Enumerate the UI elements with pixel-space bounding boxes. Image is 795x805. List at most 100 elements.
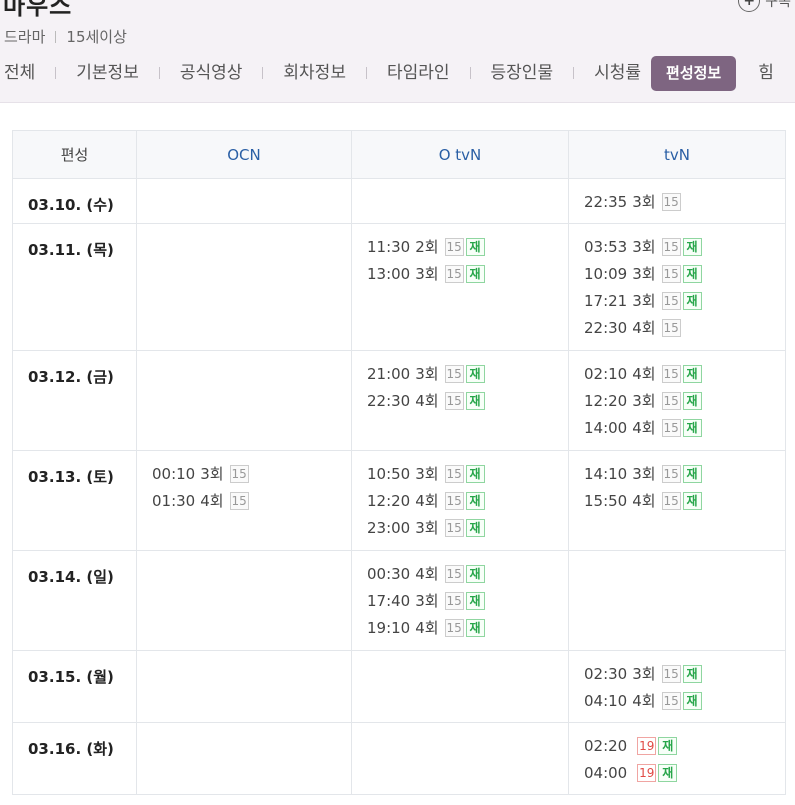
subscribe-button[interactable]: + 구독 — [738, 0, 791, 12]
schedule-header-row: 편성 OCN O tvN tvN — [12, 130, 786, 179]
episode-number: 3회 — [632, 265, 656, 283]
tab-8[interactable]: 힘 — [754, 55, 778, 91]
tab-5[interactable]: 등장인물 — [487, 55, 558, 91]
broadcast-time: 00:10 — [152, 464, 196, 483]
tab-6[interactable]: 시청률 — [590, 55, 645, 91]
schedule-cell: 03:53 3회 15 재 10:09 3회 15 재 17:21 3회 15 재 22:30 4회 15 — [568, 223, 786, 351]
broadcast-time: 17:21 — [584, 291, 628, 310]
age-rating-badge: 15 — [444, 591, 464, 610]
schedule-cell — [568, 550, 786, 651]
age-rating-badge: 15 — [444, 237, 464, 256]
age-rating-badge: 15 — [661, 491, 681, 510]
rerun-badge: 재 — [465, 264, 485, 283]
broadcast-entry[interactable]: 12:20 3회 15 재 — [584, 387, 785, 414]
broadcast-entry[interactable]: 21:00 3회 15 재 — [367, 360, 568, 387]
schedule-cell — [136, 650, 352, 723]
rerun-badge: 재 — [682, 418, 702, 437]
episode-number: 3회 — [415, 519, 439, 537]
column-header-ocn[interactable]: OCN — [136, 130, 352, 179]
episode-number: 4회 — [632, 692, 656, 710]
broadcast-entry[interactable]: 22:30 4회 15 — [584, 314, 785, 341]
broadcast-entry[interactable]: 15:50 4회 15 재 — [584, 487, 785, 514]
schedule-date: 03.16. (화) — [12, 722, 137, 795]
age-rating-badge: 15 — [444, 564, 464, 583]
schedule-row: 03.10. (수) 22:35 3회 15 — [12, 178, 786, 224]
schedule-date: 03.12. (금) — [12, 350, 137, 451]
broadcast-entry[interactable]: 10:09 3회 15 재 — [584, 260, 785, 287]
meta-divider — [55, 30, 57, 43]
broadcast-entry[interactable]: 13:00 3회 15 재 — [367, 260, 568, 287]
schedule-cell — [136, 178, 352, 224]
tab-3[interactable]: 회차정보 — [279, 55, 350, 91]
broadcast-time: 11:30 — [367, 237, 411, 256]
tab-1[interactable]: 기본정보 — [72, 55, 143, 91]
broadcast-entry[interactable]: 17:21 3회 15 재 — [584, 287, 785, 314]
age-rating-badge: 15 — [661, 264, 681, 283]
schedule-row: 03.12. (금) 21:00 3회 15 재 22:30 4회 15 재 02:10 4회 15 재… — [12, 350, 786, 451]
age-rating-badge: 15 — [661, 237, 681, 256]
rerun-badge: 재 — [658, 736, 678, 755]
column-header-tvn[interactable]: tvN — [568, 130, 786, 179]
age-rating-badge: 15 — [661, 192, 681, 211]
broadcast-time: 19:10 — [367, 618, 411, 637]
broadcast-time: 13:00 — [367, 264, 411, 283]
age-rating-badge: 15 — [444, 391, 464, 410]
age-rating-badge: 15 — [661, 464, 681, 483]
schedule-row: 03.11. (목) 11:30 2회 15 재 13:00 3회 15 재 03:53 3회 15 재… — [12, 223, 786, 351]
schedule-cell: 21:00 3회 15 재 22:30 4회 15 재 — [351, 350, 569, 451]
tab-0[interactable]: 전체 — [0, 55, 39, 91]
broadcast-time: 14:10 — [584, 464, 628, 483]
schedule-cell — [351, 722, 569, 795]
age-rating-badge: 15 — [661, 318, 681, 337]
broadcast-entry[interactable]: 02:20 19 재 — [584, 732, 785, 759]
broadcast-entry[interactable]: 11:30 2회 15 재 — [367, 233, 568, 260]
rerun-badge: 재 — [465, 391, 485, 410]
broadcast-entry[interactable]: 17:40 3회 15 재 — [367, 587, 568, 614]
rerun-badge: 재 — [682, 491, 702, 510]
age-rating-badge: 19 — [637, 736, 657, 755]
broadcast-entry[interactable]: 23:00 3회 15 재 — [367, 514, 568, 541]
episode-number: 3회 — [415, 265, 439, 283]
broadcast-entry[interactable]: 00:10 3회 15 — [152, 460, 351, 487]
broadcast-entry[interactable]: 04:00 19 재 — [584, 759, 785, 786]
rerun-badge: 재 — [682, 264, 702, 283]
broadcast-entry[interactable]: 19:10 4회 15 재 — [367, 614, 568, 641]
broadcast-entry[interactable]: 04:10 4회 15 재 — [584, 687, 785, 714]
broadcast-entry[interactable]: 14:00 4회 15 재 — [584, 414, 785, 441]
broadcast-entry[interactable]: 22:35 3회 15 — [584, 188, 785, 215]
age-rating-badge: 15 — [229, 491, 249, 510]
schedule-cell: 22:35 3회 15 — [568, 178, 786, 224]
broadcast-entry[interactable]: 10:50 3회 15 재 — [367, 460, 568, 487]
schedule-cell — [351, 178, 569, 224]
schedule-date: 03.14. (일) — [12, 550, 137, 651]
column-header-otvn[interactable]: O tvN — [351, 130, 569, 179]
broadcast-entry[interactable]: 01:30 4회 15 — [152, 487, 351, 514]
broadcast-time: 10:09 — [584, 264, 628, 283]
tab-7[interactable]: 편성정보 — [651, 55, 737, 91]
tab-4[interactable]: 타임라인 — [383, 55, 454, 91]
rerun-badge: 재 — [682, 364, 702, 383]
broadcast-entry[interactable]: 12:20 4회 15 재 — [367, 487, 568, 514]
broadcast-entry[interactable]: 00:30 4회 15 재 — [367, 560, 568, 587]
broadcast-entry[interactable]: 22:30 4회 15 재 — [367, 387, 568, 414]
tab-2[interactable]: 공식영상 — [176, 55, 247, 91]
age-rating-badge: 15 — [229, 464, 249, 483]
broadcast-entry[interactable]: 02:10 4회 15 재 — [584, 360, 785, 387]
broadcast-entry[interactable]: 02:30 3회 15 재 — [584, 660, 785, 687]
rerun-badge: 재 — [465, 237, 485, 256]
schedule-row: 03.14. (일) 00:30 4회 15 재 17:40 3회 15 재 19:10 4회 15 재 — [12, 550, 786, 651]
episode-number: 2회 — [415, 238, 439, 256]
program-meta: 드라마 15세이상 — [4, 26, 127, 47]
program-header: 마우스 + 구독 드라마 15세이상 전체 기본정보 공식영상 회차정보 타임라인 등장인… — [0, 0, 795, 103]
episode-number: 4회 — [200, 492, 224, 510]
broadcast-entry[interactable]: 03:53 3회 15 재 — [584, 233, 785, 260]
schedule-cell — [351, 650, 569, 723]
broadcast-entry[interactable]: 14:10 3회 15 재 — [584, 460, 785, 487]
age-rating-badge: 15 — [661, 391, 681, 410]
schedule-row: 03.15. (월) 02:30 3회 15 재 04:10 4회 15 재 — [12, 650, 786, 723]
schedule-cell: 14:10 3회 15 재 15:50 4회 15 재 — [568, 450, 786, 551]
schedule-row: 03.13. (토) 00:10 3회 15 01:30 4회 15 10:50 3회 15 재 12… — [12, 450, 786, 551]
episode-number: 3회 — [200, 465, 224, 483]
broadcast-time: 12:20 — [367, 491, 411, 510]
broadcast-time: 15:50 — [584, 491, 628, 510]
